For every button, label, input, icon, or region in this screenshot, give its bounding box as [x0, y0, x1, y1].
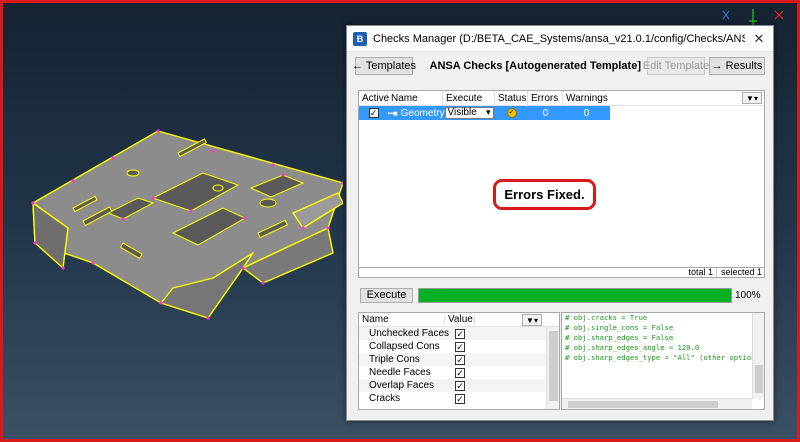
warnings-cell: 0 — [583, 107, 590, 119]
sheet-metal-part-model[interactable] — [13, 103, 343, 333]
checks-table-header: Active Name Execute on Status Errors War… — [359, 90, 764, 119]
status-cell: ✓ — [495, 108, 528, 118]
status-ok-icon: ✓ — [506, 108, 517, 118]
code-vertical-scroll-thumb[interactable] — [755, 365, 763, 393]
code-line: # obj.sharp_edges = False — [565, 333, 674, 342]
property-checkbox[interactable]: ✓ — [455, 393, 465, 404]
property-row[interactable]: Cracks ✓ — [359, 392, 559, 405]
col-prop-name[interactable]: Name — [359, 314, 445, 325]
table-row[interactable]: ✓ ━■ Geometry Visible ✓ 0 0 — [359, 106, 610, 120]
property-value-cell: ✓ — [445, 380, 475, 391]
checks-table[interactable]: Active Name Execute on Status Errors War… — [358, 90, 765, 269]
property-checkbox[interactable]: ✓ — [455, 328, 465, 339]
properties-list: Unchecked Faces ✓ Collapsed Cons ✓ Triple Co… — [359, 327, 559, 405]
active-cell: ✓ — [359, 108, 388, 118]
footer-divider — [716, 268, 717, 277]
property-name: Overlap Faces — [369, 380, 435, 391]
tree-branch-icon: ━■ — [388, 108, 398, 118]
col-warnings[interactable]: Warnings — [563, 91, 610, 106]
selected-count: selected 1 — [720, 267, 762, 277]
check-properties-panel[interactable]: Name Value ▼▾ Unchecked Faces ✓ Collapsed … — [358, 312, 560, 410]
property-row[interactable]: Triple Cons ✓ — [359, 353, 559, 366]
col-execute-on[interactable]: Execute on — [443, 90, 495, 119]
property-name: Needle Faces — [369, 367, 431, 378]
property-value-cell: ✓ — [445, 354, 475, 365]
code-line: # obj.sharp_edges_angle = 120.0 — [565, 343, 700, 352]
property-row[interactable]: Unchecked Faces ✓ — [359, 327, 559, 340]
code-vertical-scrollbar[interactable] — [752, 313, 764, 399]
window-title: Checks Manager (D:/BETA_CAE_Systems/ansa… — [373, 32, 745, 45]
properties-scrollbar[interactable] — [546, 327, 559, 409]
property-value-cell: ✓ — [445, 393, 475, 404]
property-row[interactable]: Overlap Faces ✓ — [359, 379, 559, 392]
property-value-cell: ✓ — [445, 328, 475, 339]
templates-button[interactable]: ← Templates — [352, 57, 416, 75]
code-horizontal-scroll-thumb[interactable] — [568, 401, 718, 408]
property-name: Unchecked Faces — [369, 328, 450, 339]
code-editor[interactable]: # obj.cracks = True # obj.single_cons = F… — [561, 312, 765, 410]
edit-template-button[interactable]: Edit Template — [643, 57, 709, 75]
code-lines: # obj.cracks = True # obj.single_cons = F… — [562, 313, 764, 363]
execute-button[interactable]: Execute — [360, 287, 413, 303]
table-footer: total 1 selected 1 — [358, 267, 765, 278]
code-line: # obj.single_cons = False — [565, 323, 674, 332]
active-checkbox[interactable]: ✓ — [368, 108, 379, 118]
code-horizontal-scrollbar[interactable] — [562, 398, 752, 409]
property-checkbox[interactable]: ✓ — [455, 341, 465, 352]
results-button[interactable]: → Results — [709, 57, 765, 75]
col-active[interactable]: Active — [359, 90, 389, 106]
checks-template-title: ANSA Checks [Autogenerated Template] — [429, 60, 641, 72]
col-status[interactable]: Status — [495, 90, 528, 106]
property-row[interactable]: Collapsed Cons ✓ — [359, 340, 559, 353]
filter-icon[interactable]: ▼▾ — [742, 92, 762, 104]
properties-scroll-thumb[interactable] — [549, 331, 558, 401]
checks-toolbar: ← Templates ANSA Checks [Autogenerated T… — [352, 57, 765, 75]
property-row[interactable]: Needle Faces ✓ — [359, 366, 559, 379]
property-name: Cracks — [369, 393, 401, 404]
col-errors[interactable]: Errors — [528, 90, 563, 106]
progress-bar — [418, 287, 732, 303]
execute-row: Execute 100% — [360, 287, 766, 303]
col-name[interactable]: Name — [388, 90, 443, 106]
errors-fixed-callout: Errors Fixed. — [493, 179, 596, 210]
property-checkbox[interactable]: ✓ — [455, 354, 465, 365]
checks-manager-dialog: B Checks Manager (D:/BETA_CAE_Systems/an… — [346, 25, 774, 421]
property-checkbox[interactable]: ✓ — [455, 380, 465, 391]
ansa-app-icon: B — [353, 31, 367, 46]
property-name: Collapsed Cons — [369, 341, 440, 352]
check-name: Geometry — [400, 107, 445, 119]
property-value-cell: ✓ — [445, 341, 475, 352]
property-checkbox[interactable]: ✓ — [455, 367, 465, 378]
progress-fill — [419, 288, 731, 302]
property-value-cell: ✓ — [445, 367, 475, 378]
close-icon[interactable]: ✕ — [745, 31, 773, 47]
total-count: total 1 — [688, 267, 713, 277]
name-cell: ━■ Geometry — [388, 107, 445, 119]
code-line: # obj.cracks = True — [565, 313, 648, 322]
execute-on-cell: Visible — [443, 107, 495, 119]
col-prop-value[interactable]: Value — [445, 314, 475, 325]
property-name: Triple Cons — [369, 354, 420, 365]
execute-on-dropdown[interactable]: Visible — [444, 107, 494, 119]
dialog-titlebar[interactable]: B Checks Manager (D:/BETA_CAE_Systems/an… — [347, 26, 773, 52]
progress-percent: 100% — [735, 289, 761, 301]
errors-cell: 0 — [542, 107, 549, 119]
code-line: # obj.sharp_edges_type = "All" (other op… — [565, 353, 756, 362]
properties-filter-icon[interactable]: ▼▾ — [522, 314, 542, 326]
